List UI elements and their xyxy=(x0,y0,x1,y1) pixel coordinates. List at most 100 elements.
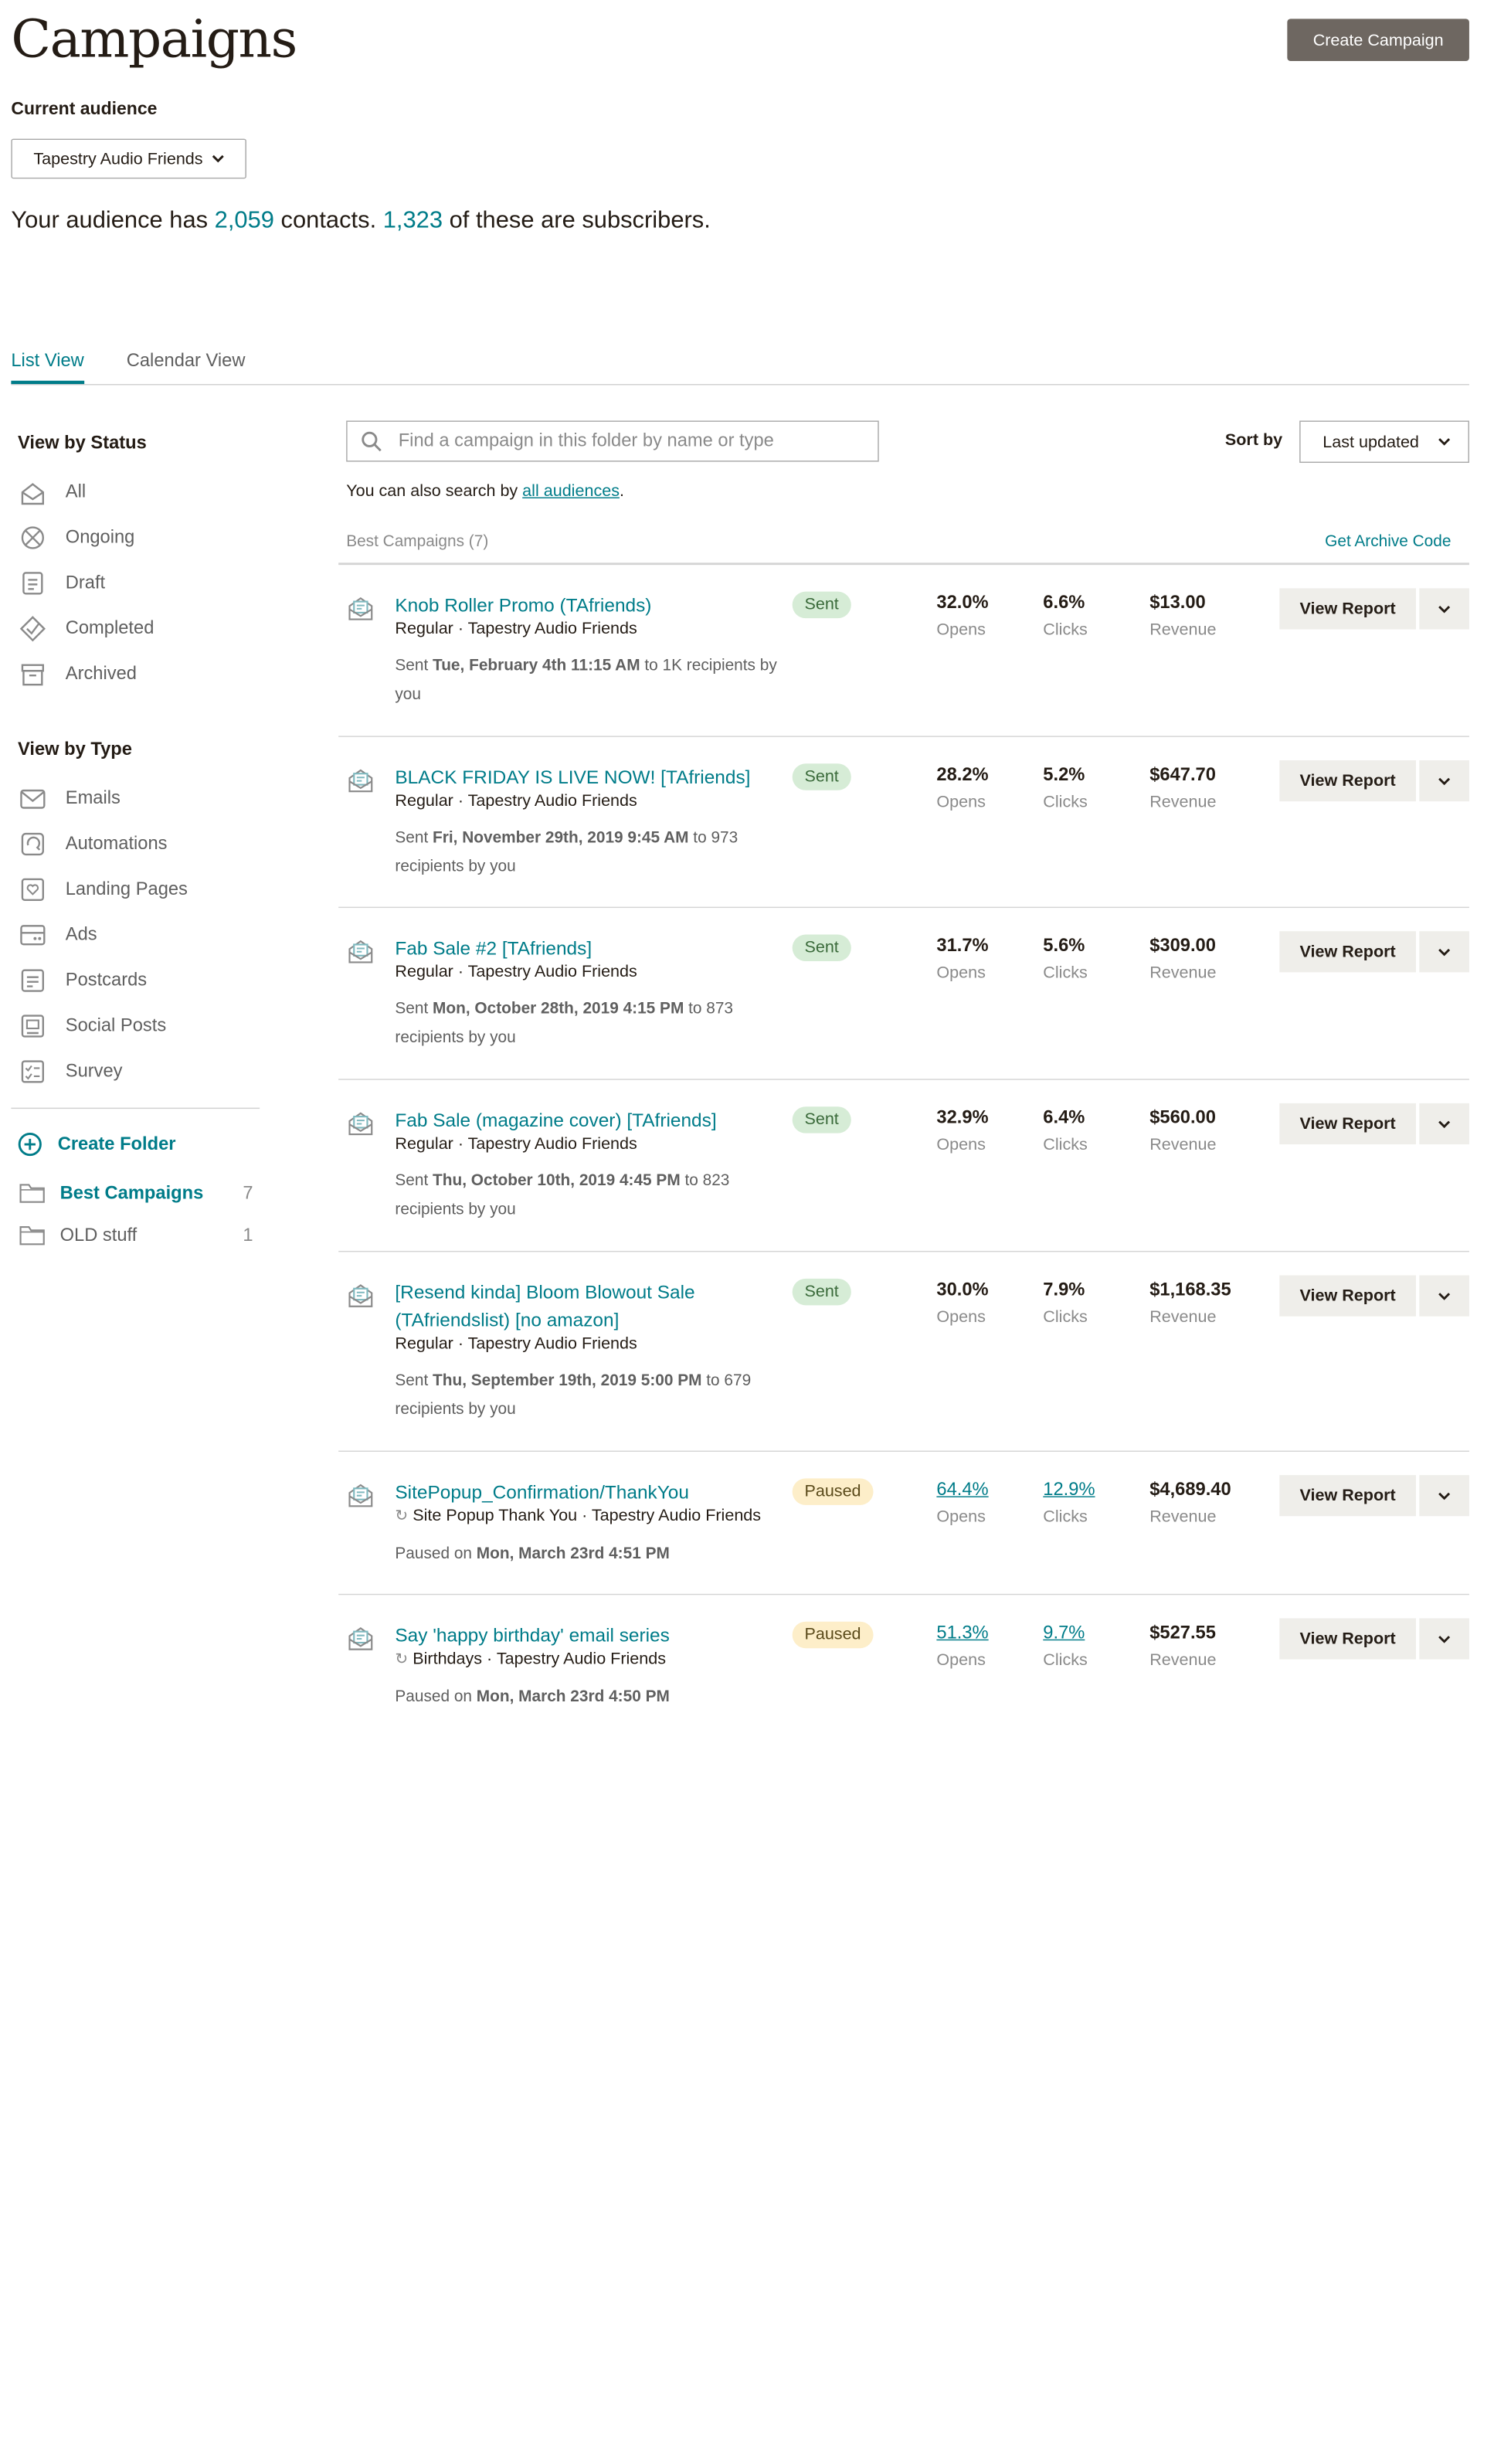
campaign-name-link[interactable]: SitePopup_Confirmation/ThankYou xyxy=(395,1478,772,1506)
report-options-button[interactable] xyxy=(1419,1618,1469,1660)
sidebar-item-survey[interactable]: Survey xyxy=(18,1055,123,1086)
view-report-button[interactable]: View Report xyxy=(1279,931,1416,973)
search-input[interactable] xyxy=(396,429,867,454)
sidebar-item-label: Postcards xyxy=(65,969,148,990)
ads-icon xyxy=(20,924,46,945)
audience-select[interactable]: Tapestry Audio Friends xyxy=(11,138,246,179)
campaign-name-link[interactable]: Say 'happy birthday' email series xyxy=(395,1622,772,1650)
folder-best-campaigns[interactable]: Best Campaigns 7 xyxy=(18,1182,253,1205)
sidebar-item-emails[interactable]: Emails xyxy=(18,783,121,814)
campaign-audience: Tapestry Audio Friends xyxy=(467,1134,637,1154)
sidebar-item-completed[interactable]: Completed xyxy=(18,613,154,644)
survey-icon xyxy=(21,1059,44,1082)
stat-clicks: 9.7% Clicks xyxy=(1043,1619,1087,1675)
sidebar-item-automations[interactable]: Automations xyxy=(18,828,168,859)
clicks-value: 5.6% xyxy=(1043,935,1085,956)
clicks-label: Clicks xyxy=(1043,963,1088,983)
sidebar-item-all[interactable]: All xyxy=(18,476,86,507)
sidebar-item-archived[interactable]: Archived xyxy=(18,658,137,689)
view-report-button[interactable]: View Report xyxy=(1279,760,1416,802)
campaign-detail: Sent Tue, February 4th 11:15 AM to 1K re… xyxy=(395,657,777,704)
sidebar-item-draft[interactable]: Draft xyxy=(18,567,105,598)
view-report-button[interactable]: View Report xyxy=(1279,1275,1416,1317)
contacts-count[interactable]: 2,059 xyxy=(215,206,274,233)
sidebar-item-social-posts[interactable]: Social Posts xyxy=(18,1010,166,1041)
report-options-button[interactable] xyxy=(1419,588,1469,630)
campaign-audience: Tapestry Audio Friends xyxy=(467,791,637,811)
campaign-detail: Paused on Mon, March 23rd 4:51 PM xyxy=(395,1545,670,1563)
sidebar-item-label: Archived xyxy=(65,663,137,684)
current-audience-label: Current audience xyxy=(11,100,158,119)
view-report-button[interactable]: View Report xyxy=(1279,1475,1416,1517)
status-badge: Sent xyxy=(792,591,851,619)
status-badge: Paused xyxy=(792,1478,874,1505)
report-options-button[interactable] xyxy=(1419,760,1469,802)
campaign-search[interactable] xyxy=(346,420,879,462)
campaign-detail: Sent Thu, October 10th, 2019 4:45 PM to … xyxy=(395,1171,730,1218)
landing-page-icon xyxy=(21,878,44,901)
clicks-value: 5.2% xyxy=(1043,764,1085,785)
revenue-label: Revenue xyxy=(1149,792,1217,812)
campaign-name-link[interactable]: Fab Sale #2 [TAfriends] xyxy=(395,935,772,963)
sidebar-item-label: Completed xyxy=(65,617,154,638)
revenue-value: $1,168.35 xyxy=(1149,1280,1231,1300)
create-campaign-button[interactable]: Create Campaign xyxy=(1287,19,1469,62)
create-folder-label: Create Folder xyxy=(57,1133,176,1154)
campaign-date: Thu, September 19th, 2019 5:00 PM xyxy=(433,1371,702,1390)
view-report-button[interactable]: View Report xyxy=(1279,1618,1416,1660)
plus-circle-icon xyxy=(18,1132,42,1157)
report-options-button[interactable] xyxy=(1419,1475,1469,1517)
meta-separator: · xyxy=(453,1334,468,1354)
campaign-name-link[interactable]: Knob Roller Promo (TAfriends) xyxy=(395,592,772,620)
email-icon xyxy=(20,789,46,808)
stat-revenue: $309.00 Revenue xyxy=(1149,933,1216,988)
campaign-name-link[interactable]: Fab Sale (magazine cover) [TAfriends] xyxy=(395,1106,772,1134)
all-audiences-link[interactable]: all audiences xyxy=(522,481,620,500)
opens-value: 28.2% xyxy=(936,764,989,785)
sidebar-item-label: Social Posts xyxy=(65,1014,167,1035)
report-options-button[interactable] xyxy=(1419,1103,1469,1145)
tab-list-view[interactable]: List View xyxy=(11,351,84,385)
folder-old-stuff[interactable]: OLD stuff 1 xyxy=(18,1224,253,1246)
campaign-audience: Tapestry Audio Friends xyxy=(591,1506,762,1525)
subscribers-count[interactable]: 1,323 xyxy=(383,206,443,233)
revenue-label: Revenue xyxy=(1149,1307,1217,1327)
campaign-name-link[interactable]: [Resend kinda] Bloom Blowout Sale (TAfri… xyxy=(395,1279,772,1334)
sort-label: Sort by xyxy=(1224,430,1283,450)
sort-select[interactable]: Last updated xyxy=(1299,420,1469,464)
create-folder-button[interactable]: Create Folder xyxy=(18,1132,176,1157)
campaign-name-link[interactable]: BLACK FRIDAY IS LIVE NOW! [TAfriends] xyxy=(395,763,772,791)
view-tabs: List View Calendar View xyxy=(11,351,1469,386)
email-campaign-icon xyxy=(348,596,373,620)
stat-clicks: 5.6% Clicks xyxy=(1043,933,1087,988)
repeat-icon: ↻ xyxy=(395,1506,409,1524)
clicks-value[interactable]: 9.7% xyxy=(1043,1619,1087,1646)
opens-value: 30.0% xyxy=(936,1280,989,1300)
status-badge: Sent xyxy=(792,1278,851,1306)
view-report-button[interactable]: View Report xyxy=(1279,1103,1416,1145)
report-options-button[interactable] xyxy=(1419,1275,1469,1317)
sidebar-item-label: Automations xyxy=(65,833,168,853)
clicks-label: Clicks xyxy=(1043,1507,1088,1527)
revenue-value: $13.00 xyxy=(1149,593,1206,613)
clicks-label: Clicks xyxy=(1043,1307,1088,1327)
opens-value[interactable]: 64.4% xyxy=(936,1477,988,1503)
folder-icon xyxy=(19,1225,45,1246)
report-options-button[interactable] xyxy=(1419,931,1469,973)
opens-value[interactable]: 51.3% xyxy=(936,1619,988,1646)
campaign-audience: Tapestry Audio Friends xyxy=(467,1334,637,1354)
meta-separator: · xyxy=(577,1506,592,1525)
stat-opens: 28.2% Opens xyxy=(936,761,988,817)
campaign-list: Knob Roller Promo (TAfriends) Regular · T… xyxy=(338,562,1469,1737)
sidebar-item-landing-pages[interactable]: Landing Pages xyxy=(18,874,188,905)
get-archive-code-link[interactable]: Get Archive Code xyxy=(1325,533,1451,551)
campaign-type: Birthdays xyxy=(413,1649,483,1669)
sidebar-item-ads[interactable]: Ads xyxy=(18,919,97,950)
campaign-meta: Regular · Tapestry Audio Friends xyxy=(395,962,637,981)
folder-name: Best Campaigns xyxy=(59,1182,204,1203)
sidebar-item-ongoing[interactable]: Ongoing xyxy=(18,522,134,552)
tab-calendar-view[interactable]: Calendar View xyxy=(127,351,246,381)
clicks-value[interactable]: 12.9% xyxy=(1043,1477,1095,1503)
sidebar-item-postcards[interactable]: Postcards xyxy=(18,964,147,995)
view-report-button[interactable]: View Report xyxy=(1279,588,1416,630)
